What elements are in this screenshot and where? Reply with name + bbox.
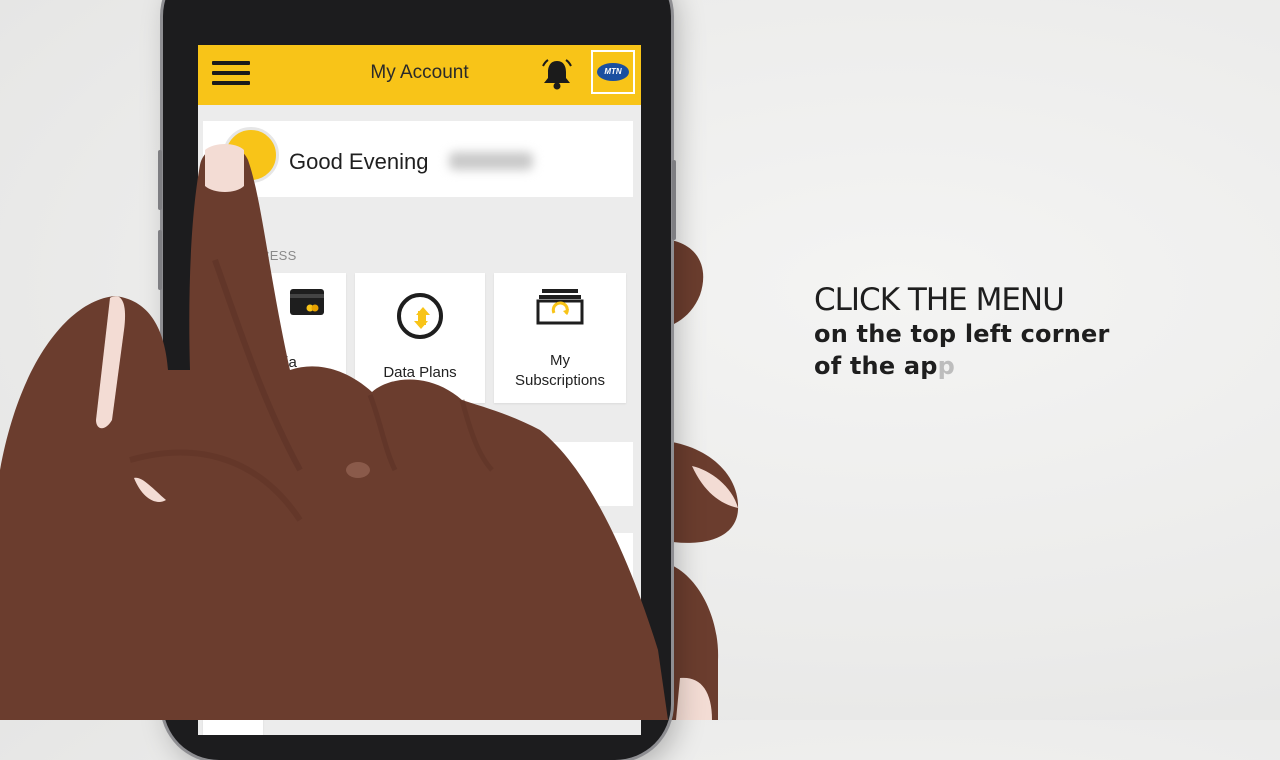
blurred-username	[449, 152, 533, 170]
list-card[interactable]	[598, 533, 633, 593]
tile-my-subscriptions[interactable]: My Subscriptions	[494, 273, 626, 403]
volume-button	[158, 150, 162, 210]
bottom-tile-label: ...	[223, 693, 235, 709]
caption-line-3-text: of the ap	[814, 352, 938, 380]
caption-line-3: of the app	[814, 352, 955, 380]
caption-line-3-fading: p	[937, 352, 956, 380]
greeting-card: Good Evening	[203, 121, 633, 197]
volume-button	[158, 230, 162, 290]
mtn-logo-text: MTN	[597, 63, 629, 81]
tile-pay-via[interactable]: e via	[216, 273, 346, 403]
tile-label: e via	[265, 354, 297, 371]
tile-data-plans[interactable]: Data Plans	[355, 273, 485, 403]
tile-label: My Subscriptions	[514, 352, 606, 390]
tutorial-scene: My Account MTN Good Evening CESS e via D…	[0, 0, 1280, 760]
bottom-tile-icon	[225, 641, 257, 681]
my-section-label: MY	[208, 425, 229, 440]
list-card[interactable]	[538, 442, 633, 506]
data-transfer-icon	[397, 293, 443, 339]
quick-access-label: CESS	[260, 248, 297, 263]
card-icon	[290, 289, 324, 315]
app-bar: My Account MTN	[198, 45, 641, 105]
avatar[interactable]	[223, 127, 279, 183]
caption-headline: CLICK THE MENU	[814, 282, 1065, 318]
tile-label: Data Plans	[383, 364, 457, 381]
mtn-logo[interactable]: MTN	[591, 50, 635, 94]
bell-icon[interactable]	[539, 56, 575, 92]
bottom-tile[interactable]: ...	[203, 615, 263, 735]
power-button	[672, 160, 676, 240]
subscriptions-icon	[536, 289, 584, 325]
app-screen: My Account MTN Good Evening CESS e via D…	[198, 45, 641, 735]
caption-line-2: on the top left corner	[814, 320, 1110, 348]
greeting-text: Good Evening	[289, 149, 429, 174]
